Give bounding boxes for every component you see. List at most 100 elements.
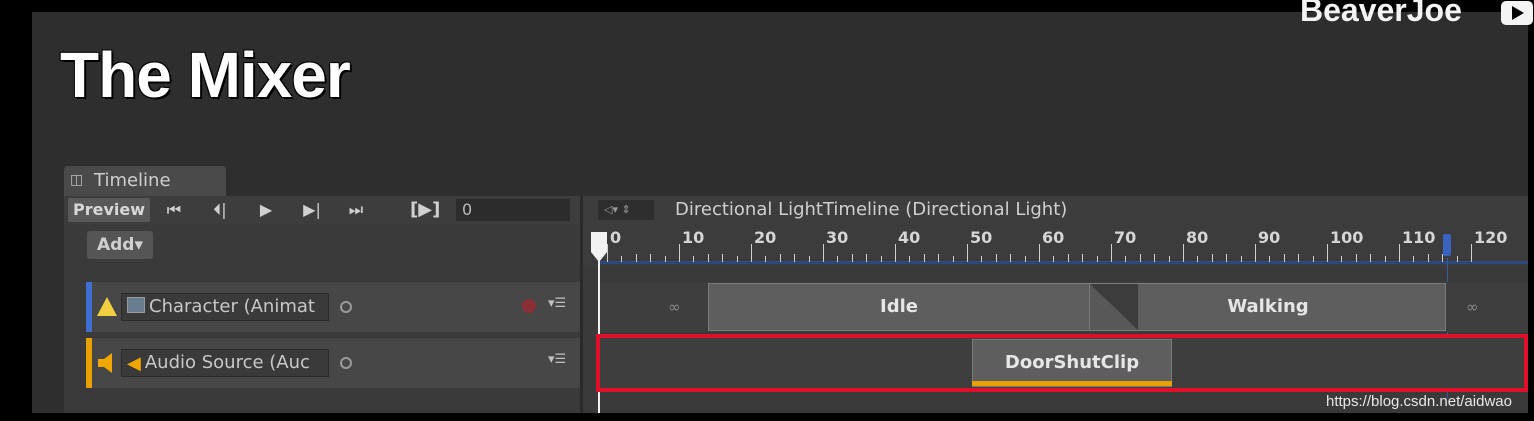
audio-source-icon: ◀ xyxy=(127,353,141,374)
ruler-minor-tick xyxy=(765,256,766,262)
ruler-minor-tick xyxy=(852,254,853,262)
ruler-minor-tick xyxy=(1169,256,1170,262)
ruler-minor-tick xyxy=(1370,254,1371,262)
post-extrapolation-icon: ∞ xyxy=(1466,298,1479,316)
ruler-major-tick xyxy=(679,244,680,262)
timeline-end-marker[interactable] xyxy=(1443,234,1451,256)
ruler-minor-tick xyxy=(1298,254,1299,262)
tab-timeline[interactable]: ◫ Timeline xyxy=(64,166,226,196)
ruler-minor-tick xyxy=(938,254,939,262)
clip-blend-area xyxy=(1090,284,1138,330)
add-track-button[interactable]: Add▾ xyxy=(87,231,153,259)
ruler-major-tick xyxy=(967,244,968,262)
previous-frame-icon[interactable]: ⏴| xyxy=(202,198,238,222)
track-menu-icon[interactable]: ▾☰ xyxy=(548,296,566,311)
ruler-minor-tick xyxy=(1284,254,1285,262)
track-color-strip xyxy=(86,338,92,388)
ruler-label: 30 xyxy=(826,228,849,247)
track-color-strip xyxy=(86,282,92,332)
ruler-label: 50 xyxy=(970,228,993,247)
ruler-label: 70 xyxy=(1114,228,1137,247)
ruler-minor-tick xyxy=(665,256,666,262)
timeline-selector-dropdown[interactable]: ◁▾ ⇕ xyxy=(598,200,654,220)
ruler-major-tick xyxy=(1255,244,1256,262)
ruler-major-tick xyxy=(895,244,896,262)
ruler-minor-tick xyxy=(1313,256,1314,262)
go-to-start-icon[interactable]: ⏮ xyxy=(156,198,192,222)
next-frame-icon[interactable]: ▶| xyxy=(294,198,330,222)
ruler-minor-tick xyxy=(809,256,810,262)
ruler-major-tick xyxy=(1471,244,1472,262)
current-frame-field[interactable]: 0 xyxy=(456,199,570,221)
ruler-major-tick xyxy=(1111,244,1112,262)
go-to-end-icon[interactable]: ⏭ xyxy=(338,198,374,222)
ruler-minor-tick xyxy=(1241,256,1242,262)
ruler-minor-tick xyxy=(636,254,637,262)
ruler-minor-tick xyxy=(1341,256,1342,262)
brand-logo-text: BeaverJoe xyxy=(1300,0,1462,28)
warning-triangle-icon xyxy=(97,297,117,316)
speaker-icon xyxy=(98,353,112,373)
play-icon[interactable]: ▶ xyxy=(248,198,284,222)
ruler-minor-tick xyxy=(996,254,997,262)
ruler-minor-tick xyxy=(837,256,838,262)
ruler-label: 60 xyxy=(1042,228,1065,247)
ruler-minor-tick xyxy=(708,254,709,262)
ruler-minor-tick xyxy=(909,256,910,262)
ruler-label: 20 xyxy=(754,228,777,247)
preview-button[interactable]: Preview xyxy=(68,198,150,222)
track-binding-label: Character (Animat xyxy=(149,296,315,317)
ruler-minor-tick xyxy=(1082,254,1083,262)
ruler-label: 90 xyxy=(1258,228,1281,247)
ruler-minor-tick xyxy=(650,254,651,262)
ruler-minor-tick xyxy=(1356,254,1357,262)
ruler-minor-tick xyxy=(924,254,925,262)
ruler-minor-tick xyxy=(881,256,882,262)
ruler-label: 80 xyxy=(1186,228,1209,247)
ruler-major-tick xyxy=(1399,244,1400,262)
slide-title: The Mixer xyxy=(60,39,351,111)
ruler-minor-tick xyxy=(737,256,738,262)
ruler-label: 110 xyxy=(1402,228,1436,247)
ruler-minor-tick xyxy=(1125,256,1126,262)
ruler-minor-tick xyxy=(1269,256,1270,262)
target-picker-icon[interactable] xyxy=(340,357,352,369)
track-binding-field[interactable]: Character (Animat xyxy=(121,293,329,321)
watermark-url: https://blog.csdn.net/aidwao xyxy=(1326,393,1512,410)
ruler-minor-tick xyxy=(780,254,781,262)
ruler-major-tick xyxy=(751,244,752,262)
ruler-label: 100 xyxy=(1330,228,1364,247)
ruler-baseline xyxy=(600,261,1528,264)
ruler-major-tick xyxy=(1327,244,1328,262)
ruler-label: 0 xyxy=(610,228,622,247)
ruler-minor-tick xyxy=(1226,254,1227,262)
ruler-minor-tick xyxy=(981,256,982,262)
track-binding-label: Audio Source (Auc xyxy=(144,352,310,373)
ruler-minor-tick xyxy=(794,254,795,262)
ruler-major-tick xyxy=(823,244,824,262)
frame-mode-button[interactable]: [▶] xyxy=(410,198,450,222)
track-binding-field[interactable]: ◀ Audio Source (Auc xyxy=(121,349,329,377)
timeline-icon: ◫ xyxy=(70,172,84,188)
ruler-minor-tick xyxy=(1068,254,1069,262)
ruler-minor-tick xyxy=(866,254,867,262)
ruler-minor-tick xyxy=(1053,256,1054,262)
ruler-major-tick xyxy=(1183,244,1184,262)
ruler-minor-tick xyxy=(953,256,954,262)
ruler-minor-tick xyxy=(1212,254,1213,262)
ruler-minor-tick xyxy=(1413,256,1414,262)
record-icon[interactable] xyxy=(522,299,536,313)
clip-idle[interactable]: Idle xyxy=(708,283,1090,331)
ruler-minor-tick xyxy=(1025,256,1026,262)
ruler-label: 120 xyxy=(1474,228,1508,247)
timeline-asset-name: Directional LightTimeline (Directional L… xyxy=(675,199,1068,220)
track-menu-icon[interactable]: ▾☰ xyxy=(548,352,566,367)
ruler-minor-tick xyxy=(693,256,694,262)
target-picker-icon[interactable] xyxy=(340,301,352,313)
tab-timeline-label: Timeline xyxy=(94,170,171,191)
ruler-minor-tick xyxy=(1140,254,1141,262)
ruler-minor-tick xyxy=(621,256,622,262)
game-object-icon xyxy=(127,297,145,313)
ruler-minor-tick xyxy=(1457,256,1458,262)
clip-walking[interactable]: Walking xyxy=(1090,283,1446,331)
